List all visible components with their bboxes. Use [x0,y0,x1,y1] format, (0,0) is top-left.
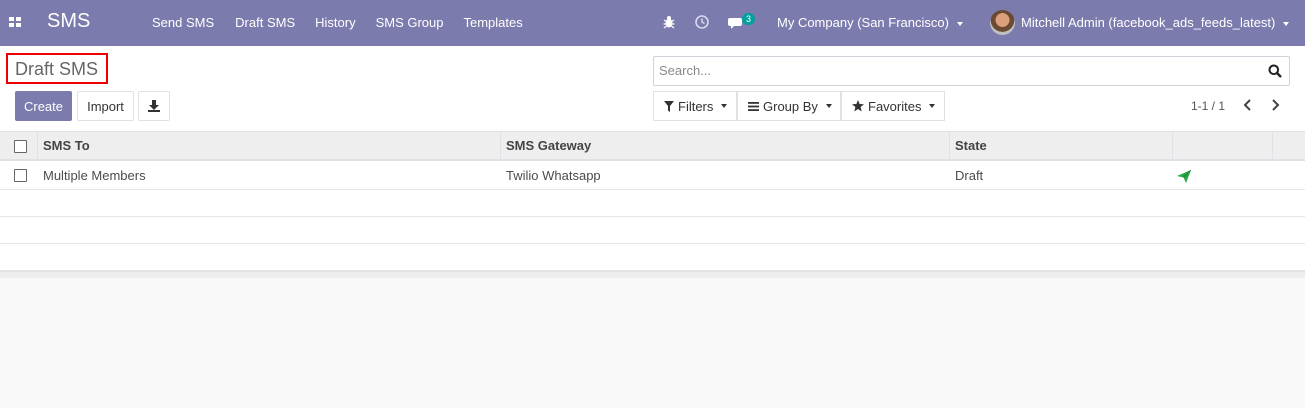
header-checkbox-cell [0,132,38,161]
table-header: SMS To SMS Gateway State [0,132,1305,161]
search-input[interactable] [659,63,1249,78]
menu-item-sms-group[interactable]: SMS Group [376,15,444,30]
group-by-label: Group By [763,98,818,114]
create-button[interactable]: Create [15,91,72,121]
company-switcher[interactable]: My Company (San Francisco) [777,15,963,30]
apps-menu-icon[interactable] [9,17,21,28]
company-name: My Company (San Francisco) [777,15,949,30]
column-header-state[interactable]: State [950,132,1173,161]
main-menu: Send SMS Draft SMS History SMS Group Tem… [152,15,543,30]
cell-sms-gateway: Twilio Whatsapp [506,168,601,183]
user-menu[interactable]: Mitchell Admin (facebook_ads_feeds_lates… [1021,15,1290,30]
top-navbar: SMS Send SMS Draft SMS History SMS Group… [0,0,1305,46]
chevron-left-icon[interactable] [1242,98,1254,112]
activity-clock-icon[interactable] [694,12,710,32]
chevron-down-icon [1283,21,1290,26]
import-button[interactable]: Import [77,91,134,121]
list-icon [748,101,759,111]
messages-count-badge: 3 [742,13,756,25]
search-box [653,56,1290,86]
column-header-sms-gateway[interactable]: SMS Gateway [501,132,950,161]
favorites-label: Favorites [868,98,922,114]
column-header-sms-to[interactable]: SMS To [38,132,501,161]
send-icon[interactable] [1177,170,1191,183]
table-footer [0,271,1305,278]
app-brand[interactable]: SMS [47,10,90,33]
chevron-down-icon [929,104,936,108]
debug-bug-icon[interactable] [662,12,676,32]
search-icon[interactable] [1268,64,1282,78]
cell-sms-to: Multiple Members [43,168,146,183]
favorites-dropdown[interactable]: Favorites [841,91,945,121]
cell-state: Draft [955,168,984,183]
group-by-dropdown[interactable]: Group By [737,91,841,121]
table-row[interactable]: Multiple Members Twilio Whatsapp Draft [0,161,1305,190]
chevron-down-icon [721,104,728,108]
page-title: Draft SMS [15,59,99,79]
menu-item-templates[interactable]: Templates [464,15,523,30]
filters-label: Filters [678,98,714,114]
user-name: Mitchell Admin (facebook_ads_feeds_lates… [1021,15,1276,30]
filter-icon [664,100,674,112]
chevron-down-icon [956,21,963,26]
download-icon [148,100,160,112]
column-header-action [1173,132,1273,161]
star-icon [852,100,864,112]
pager-value[interactable]: 1-1 / 1 [1191,99,1225,113]
empty-row [0,217,1305,244]
menu-item-draft-sms[interactable]: Draft SMS [235,15,295,30]
download-button[interactable] [138,91,170,121]
filters-dropdown[interactable]: Filters [653,91,737,121]
menu-item-history[interactable]: History [315,15,355,30]
avatar[interactable] [990,10,1015,35]
control-panel: Draft SMS Create Import Filters Group By… [0,46,1305,132]
chevron-right-icon[interactable] [1269,98,1281,112]
sms-list-table: SMS To SMS Gateway State Multiple Member… [0,132,1305,278]
menu-item-send-sms[interactable]: Send SMS [152,15,214,30]
empty-row [0,190,1305,217]
chevron-down-icon [825,104,832,108]
row-checkbox[interactable] [14,169,27,182]
empty-row [0,244,1305,271]
